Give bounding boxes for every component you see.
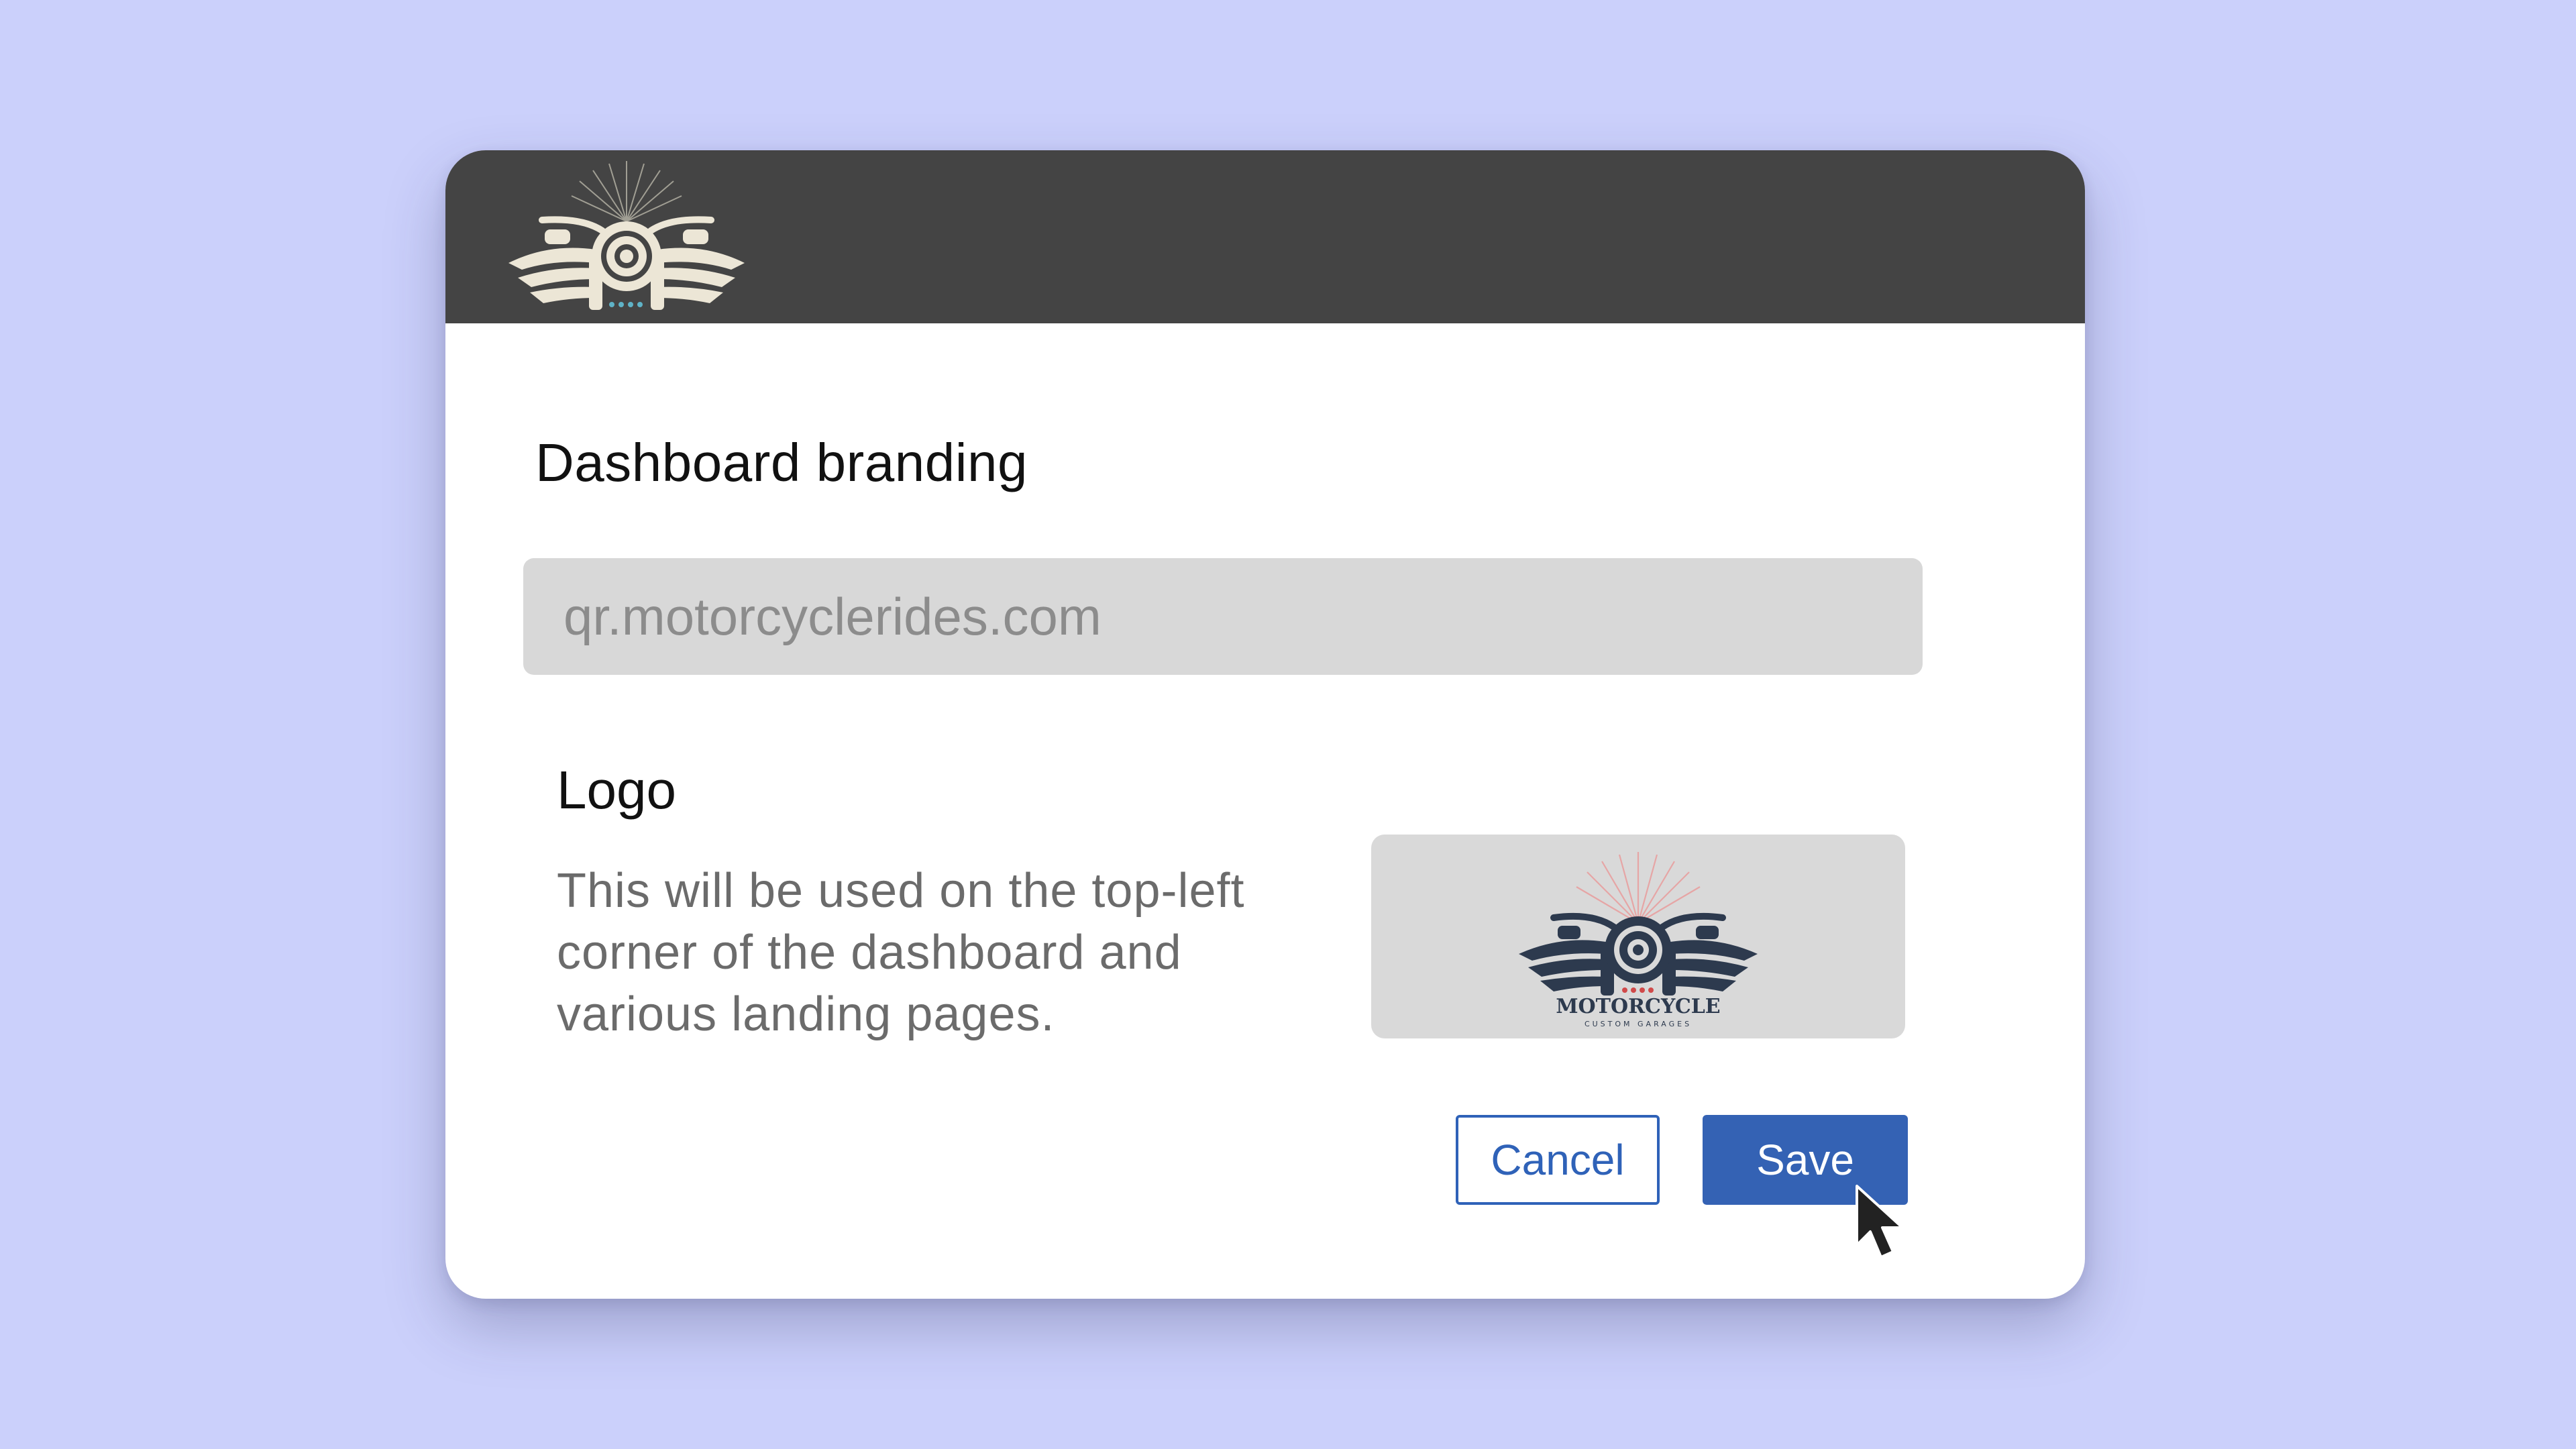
preview-brand-subtext: CUSTOM GARAGES xyxy=(1585,1020,1692,1028)
logo-description: This will be used on the top-left corner… xyxy=(557,864,1245,1041)
preview-brand-text: MOTORCYCLE xyxy=(1556,995,1720,1018)
dialog-header xyxy=(445,150,2085,323)
motorcycle-emblem-icon xyxy=(508,161,745,310)
branding-dialog: Dashboard branding Logo This will be use… xyxy=(445,150,2085,1299)
motorcycle-emblem-icon: MOTORCYCLE CUSTOM GARAGES xyxy=(1519,852,1758,1028)
logo-section-title: Logo xyxy=(557,760,676,820)
section-title: Dashboard branding xyxy=(535,433,1028,492)
logo-preview[interactable]: MOTORCYCLE CUSTOM GARAGES xyxy=(1371,835,1905,1038)
domain-input[interactable] xyxy=(523,558,1923,675)
mouse-pointer-icon xyxy=(1856,1185,1904,1258)
cancel-button[interactable]: Cancel xyxy=(1456,1115,1660,1205)
